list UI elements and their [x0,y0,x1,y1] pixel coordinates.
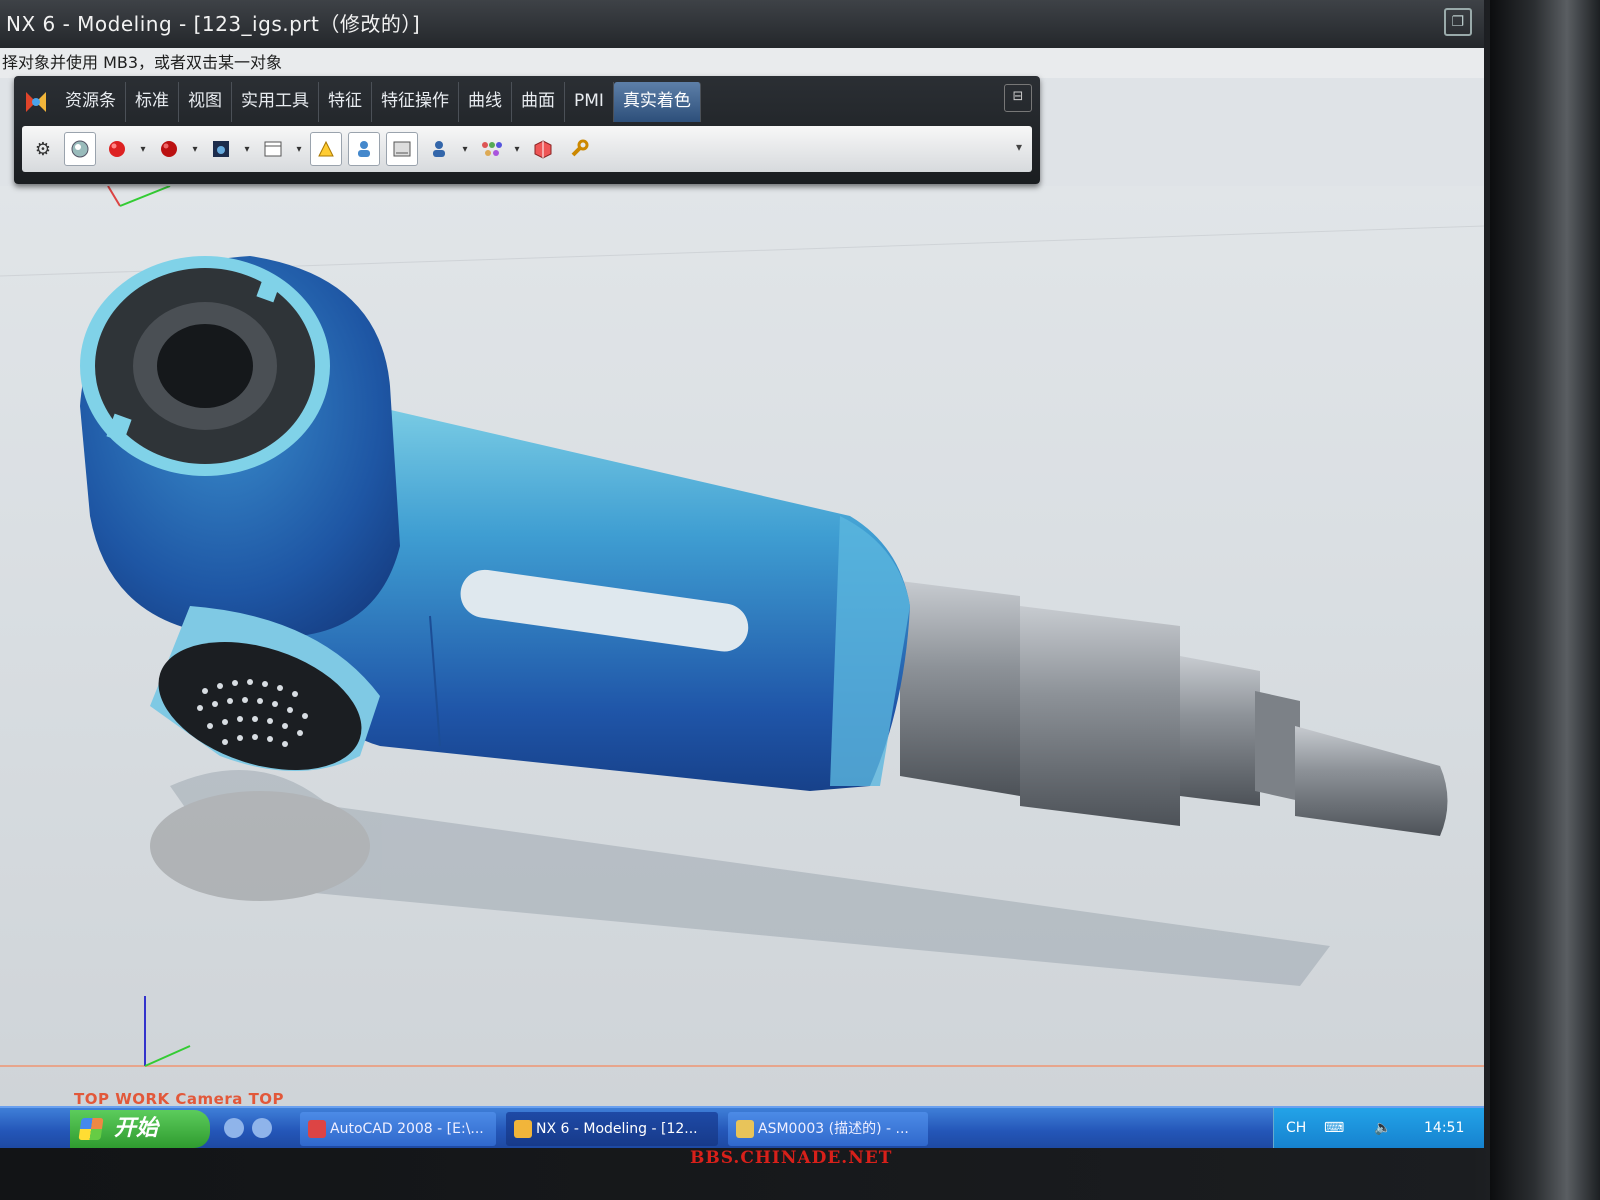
volume-icon[interactable]: 🔈 [1374,1120,1391,1136]
background-icon[interactable] [206,133,236,165]
model-render [0,185,1484,1067]
display-panel-icon[interactable] [258,133,288,165]
true-shading-toolbar: ⚙ ▾ ▾ ▾ ▾ ▾ ▾ ▾ [22,126,1032,172]
window-titlebar[interactable]: NX 6 - Modeling - [123_igs.prt（修改的）] ❐ [0,0,1484,48]
window-title: NX 6 - Modeling - [123_igs.prt（修改的）] [6,12,421,36]
taskbar-item-asm[interactable]: ASM0003 (描述的) - ... [728,1112,928,1146]
taskbar-item-label: NX 6 - Modeling - [12... [536,1121,698,1137]
particles-icon[interactable] [476,133,506,165]
start-label: 开始 [114,1116,159,1141]
tab-feature[interactable]: 特征 [319,82,372,122]
cube-icon[interactable] [528,133,558,165]
taskbar-item-label: AutoCAD 2008 - [E:\... [330,1121,484,1137]
global-material-red-icon[interactable] [102,133,132,165]
chevron-down-icon[interactable]: ▾ [460,144,470,155]
tab-surface[interactable]: 曲面 [512,82,565,122]
system-tray: CH ⌨ 🔈 14:51 [1273,1108,1484,1148]
tab-curve[interactable]: 曲线 [459,82,512,122]
nx-icon [514,1120,532,1138]
tab-pmi[interactable]: PMI [565,82,614,122]
object-material-red-icon[interactable] [154,133,184,165]
windows-taskbar: 开始 AutoCAD 2008 - [E:\... NX 6 - Modelin… [0,1106,1484,1148]
restore-icon[interactable]: ❐ [1444,8,1472,36]
ribbon-options-icon[interactable]: ⊟ [1004,84,1032,112]
watermark: BBS.CHINADE.NET [690,1148,893,1168]
chevron-down-icon[interactable]: ▾ [512,144,522,155]
start-button[interactable]: 开始 [70,1110,210,1148]
nx-app-icon[interactable] [20,84,52,120]
wrench-icon[interactable] [564,133,594,165]
cue-line: 择对象并使用 MB3，或者双击某一对象 [0,48,1484,78]
toolbar-overflow-chevron-icon[interactable]: ▾ [1016,140,1022,154]
keyboard-icon[interactable]: ⌨ [1324,1120,1344,1136]
tab-standard[interactable]: 标准 [126,82,179,122]
person-view-icon[interactable] [348,132,380,166]
desktop-quicklaunch-icon[interactable] [252,1118,272,1138]
autocad-icon [308,1120,326,1138]
windows-flag-icon [78,1118,104,1140]
settings-gear-icon[interactable]: ⚙ [28,133,58,165]
lighting-wizard-icon[interactable] [310,132,342,166]
chevron-down-icon[interactable]: ▾ [242,144,252,155]
monitor-bezel-right [1490,0,1600,1200]
tab-true-shading[interactable]: 真实着色 [613,82,701,122]
clock: 14:51 [1424,1120,1465,1136]
ribbon-tabs: 资源条 标准 视图 实用工具 特征 特征操作 曲线 曲面 PMI 真实着色 [14,82,701,122]
chevron-down-icon[interactable]: ▾ [190,144,200,155]
ie-quicklaunch-icon[interactable] [224,1118,244,1138]
language-indicator[interactable]: CH [1286,1120,1306,1136]
tab-feature-operation[interactable]: 特征操作 [372,82,459,122]
screen: NX 6 - Modeling - [123_igs.prt（修改的）] ❐ 择… [0,0,1484,1148]
tool-head [80,256,400,771]
taskbar-item-autocad[interactable]: AutoCAD 2008 - [E:\... [300,1112,496,1146]
tab-resource-bar[interactable]: 资源条 [56,82,126,122]
tab-view[interactable]: 视图 [179,82,232,122]
taskbar-item-label: ASM0003 (描述的) - ... [758,1121,909,1137]
document-icon [736,1120,754,1138]
taskbar-item-nx[interactable]: NX 6 - Modeling - [12... [506,1112,718,1146]
true-shading-toggle-icon[interactable] [64,132,96,166]
chevron-down-icon[interactable]: ▾ [138,144,148,155]
ribbon-toolbar: 资源条 标准 视图 实用工具 特征 特征操作 曲线 曲面 PMI 真实着色 ⊟ … [14,76,1040,184]
tab-utilities[interactable]: 实用工具 [232,82,319,122]
graphics-viewport[interactable] [0,185,1484,1106]
cue-line-text: 择对象并使用 MB3，或者双击某一对象 [2,53,283,72]
chevron-down-icon[interactable]: ▾ [294,144,304,155]
studio-icon[interactable] [386,132,418,166]
user-settings-icon[interactable] [424,133,454,165]
tool-spindle [900,581,1448,836]
